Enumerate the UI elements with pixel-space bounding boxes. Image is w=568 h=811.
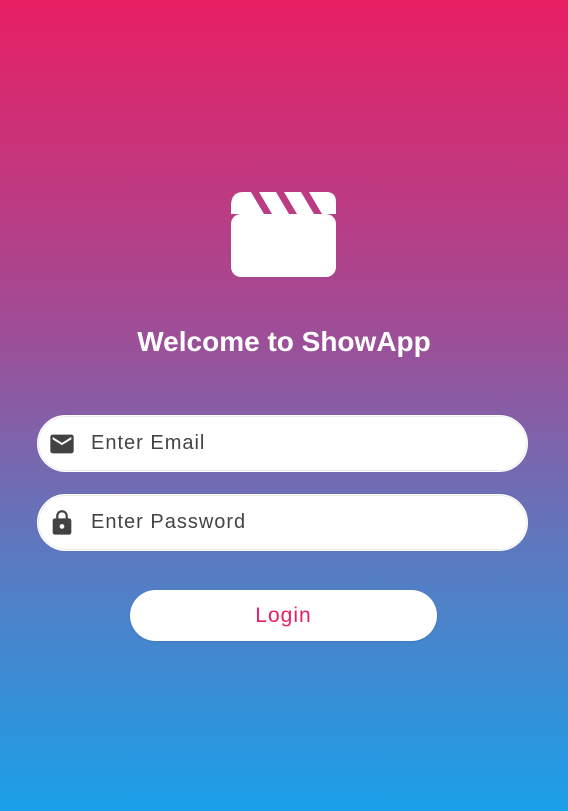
mail-icon [48, 430, 76, 458]
welcome-title: Welcome to ShowApp [137, 326, 431, 357]
lock-icon [48, 509, 76, 537]
password-field[interactable] [37, 494, 528, 551]
email-field[interactable] [37, 415, 528, 472]
movie-clapperboard-icon [231, 192, 336, 277]
email-input[interactable] [91, 416, 511, 471]
login-button[interactable]: Login [130, 590, 437, 641]
password-input[interactable] [91, 495, 511, 550]
login-screen: Welcome to ShowApp Login [0, 0, 568, 811]
